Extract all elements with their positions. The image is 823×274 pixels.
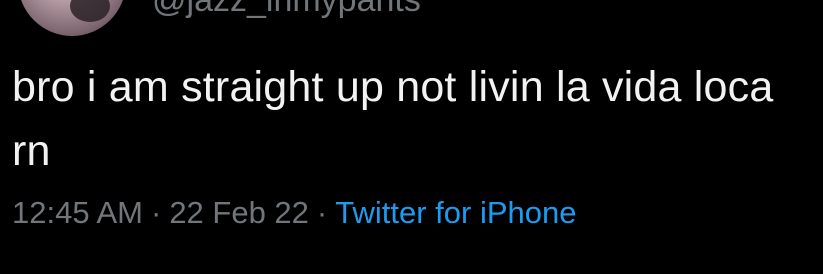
separator-dot: · [150,195,162,230]
tweet-time[interactable]: 12:45 AM [12,195,143,230]
tweet-text: bro i am straight up not livin la vida l… [12,63,774,175]
tweet-date[interactable]: 22 Feb 22 [169,195,309,230]
user-handle[interactable]: @jazz_inmypants [152,0,421,20]
tweet-detail: @jazz_inmypants bro i am straight up not… [0,0,823,274]
avatar[interactable] [18,0,126,36]
tweet-source-link[interactable]: Twitter for iPhone [335,195,576,230]
tweet-metadata: 12:45 AM · 22 Feb 22 · Twitter for iPhone [12,191,576,235]
avatar-shadow [70,0,110,22]
separator-dot: · [316,195,328,230]
